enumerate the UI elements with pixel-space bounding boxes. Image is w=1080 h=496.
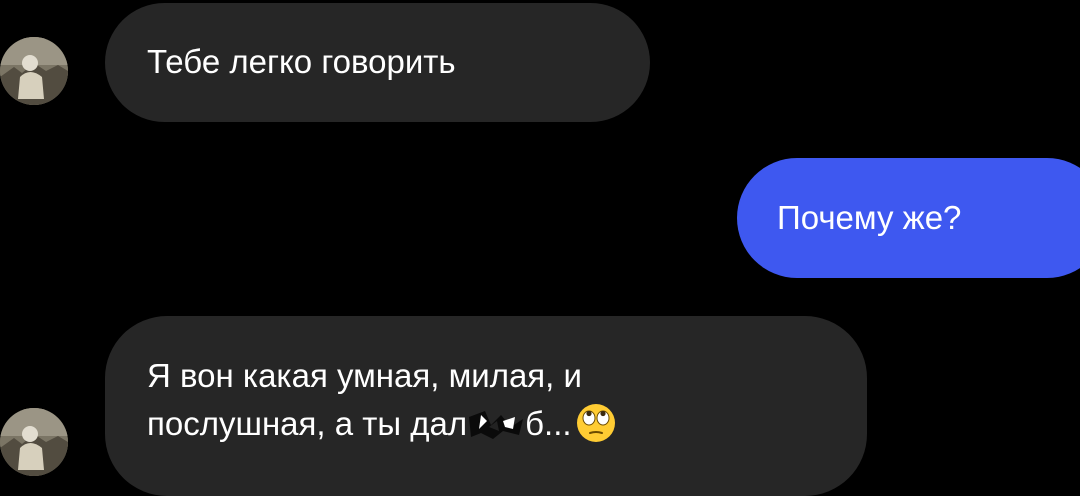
message-text-line-2: послушная, а ты дал б... <box>147 400 837 448</box>
contact-avatar[interactable] <box>0 37 68 105</box>
message-text-part: послушная, а ты дал <box>147 405 468 442</box>
contact-avatar[interactable] <box>0 408 68 476</box>
message-text: Тебе легко говорить <box>147 43 456 80</box>
face-with-rolling-eyes-emoji <box>576 404 615 442</box>
incoming-message-bubble[interactable]: Я вон какая умная, милая, и послушная, а… <box>105 316 867 496</box>
avatar-image <box>0 37 68 105</box>
chat-thread: Тебе легко говорить Почему же? Я вон как… <box>0 0 1080 496</box>
outgoing-message-bubble[interactable]: Почему же? <box>737 158 1080 278</box>
message-text-part: б... <box>525 405 572 442</box>
avatar-image <box>0 408 68 476</box>
message-text: Почему же? <box>777 199 962 236</box>
censor-scribble-icon <box>469 411 524 439</box>
incoming-message-bubble[interactable]: Тебе легко говорить <box>105 3 650 122</box>
message-text-line-1: Я вон какая умная, милая, и <box>147 357 582 394</box>
